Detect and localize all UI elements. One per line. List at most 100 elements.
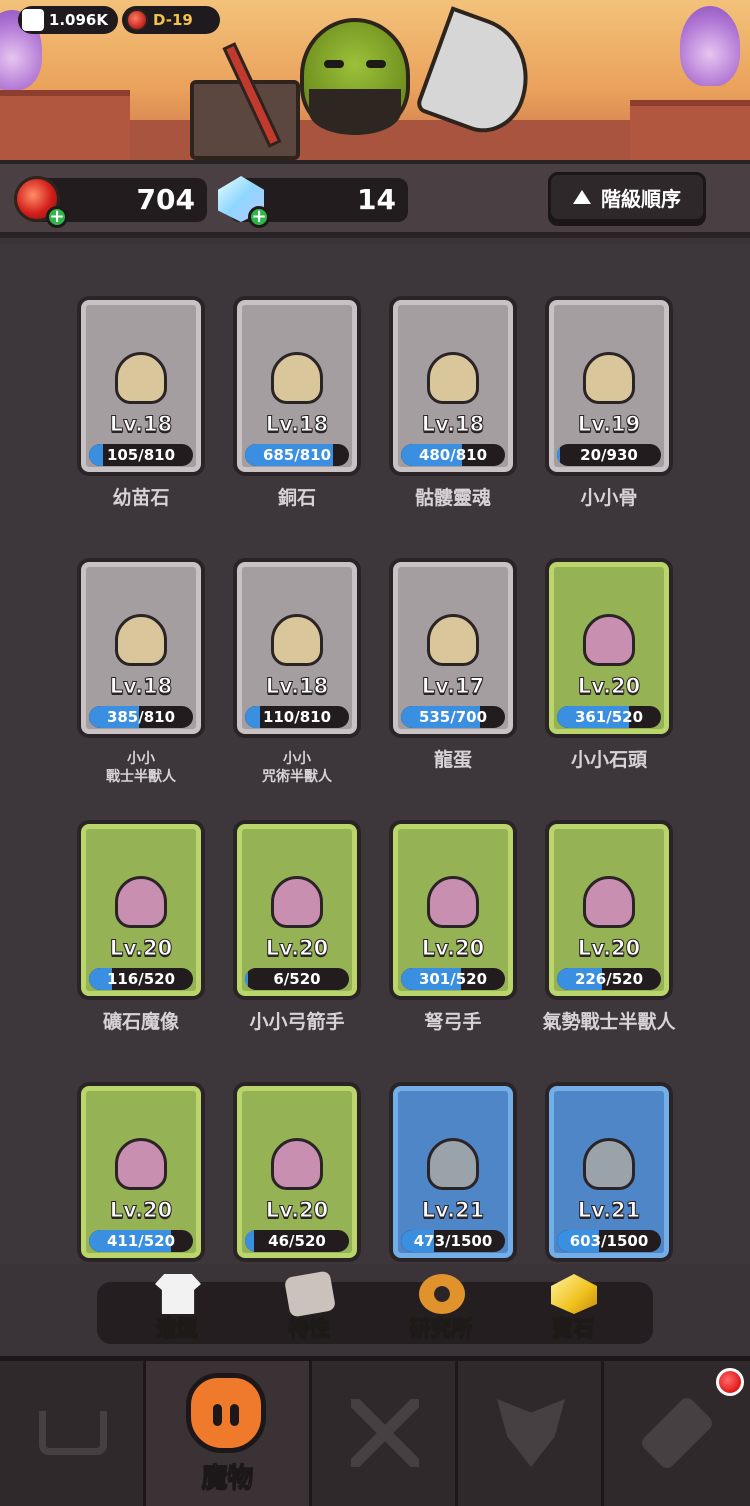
monster-sprite-icon [583, 876, 635, 928]
monster-name: 骷髏靈魂 [414, 487, 491, 509]
progress-text: 385/810 [106, 708, 176, 726]
subtab-research[interactable]: 研究所 [381, 1274, 501, 1344]
monster-name: 小小石頭 [570, 749, 647, 771]
monster-level: Lv.17 [421, 674, 485, 699]
monster-progress-bar: 6/520 [245, 968, 349, 990]
monster-sprite-icon [427, 1138, 479, 1190]
monster-level: Lv.20 [421, 936, 485, 961]
monster-card[interactable]: Lv.21 603/1500 [545, 1082, 673, 1262]
stage-value: D-19 [153, 11, 193, 29]
progress-text: 473/1500 [413, 1232, 493, 1250]
monster-progress-bar: 473/1500 [401, 1230, 505, 1252]
progress-text: 110/810 [262, 708, 332, 726]
monster-level: Lv.18 [109, 412, 173, 437]
monster-progress-bar: 20/930 [557, 444, 661, 466]
monster-sprite-icon [115, 352, 167, 404]
subtab-label: 研究所 [409, 1316, 473, 1341]
monster-card[interactable]: Lv.18 385/810 [77, 558, 205, 738]
monster-sprite-icon [271, 352, 323, 404]
progress-text: 685/810 [262, 446, 332, 464]
monster-card[interactable]: Lv.21 473/1500 [389, 1082, 517, 1262]
monster-card[interactable]: Lv.20 6/520 [233, 820, 361, 1000]
monster-level: Lv.20 [577, 674, 641, 699]
progress-text: 603/1500 [569, 1232, 649, 1250]
monster-name: 幼苗石 [112, 487, 170, 509]
rank-icon [497, 1399, 565, 1467]
monster-progress-bar: 105/810 [89, 444, 193, 466]
progress-text: 480/810 [418, 446, 488, 464]
subtab-skins[interactable]: 造型 [117, 1274, 237, 1344]
sort-by-rank-button[interactable]: 階級順序 [548, 172, 706, 222]
header-banner: 1.096K D-19 [0, 0, 750, 160]
progress-text: 301/520 [418, 970, 488, 988]
monster-progress-bar: 603/1500 [557, 1230, 661, 1252]
nav-battle[interactable] [312, 1361, 458, 1506]
monster-card[interactable]: Lv.18 480/810 [389, 296, 517, 476]
monster-grid: Lv.18 105/810 幼苗石 Lv.18 685/810 銅石 Lv.18 480/81… [0, 244, 750, 1264]
monster-name-line2: 戰士半獸人 [106, 769, 176, 785]
gem-value: 704 [136, 183, 195, 216]
monster-sprite-icon [427, 352, 479, 404]
monster-progress-bar: 411/520 [89, 1230, 193, 1252]
monster-card[interactable]: Lv.18 105/810 [77, 296, 205, 476]
monster-level: Lv.18 [265, 674, 329, 699]
banner-wall-left [0, 90, 130, 160]
add-gems-button[interactable]: + [46, 206, 68, 228]
monster-card[interactable]: Lv.20 361/520 [545, 558, 673, 738]
progress-text: 6/520 [273, 970, 321, 988]
monster-card[interactable]: Lv.20 46/520 [233, 1082, 361, 1262]
nav-monsters-label: 魔物 [201, 1463, 254, 1494]
banner-wall-right [630, 100, 750, 160]
progress-text: 20/930 [580, 446, 638, 464]
monster-card[interactable]: Lv.18 685/810 [233, 296, 361, 476]
nav-shop[interactable] [0, 1361, 146, 1506]
subtab-traits[interactable]: 特性 [249, 1270, 369, 1344]
crystal-value: 14 [357, 183, 396, 216]
ticket-icon [638, 1394, 716, 1472]
monster-level: Lv.19 [577, 412, 641, 437]
monster-card[interactable]: Lv.20 411/520 [77, 1082, 205, 1262]
progress-text: 535/700 [418, 708, 488, 726]
monster-subtab-bar: 造型 特性 研究所 寶石 [97, 1270, 653, 1344]
monster-sprite-icon [427, 876, 479, 928]
stage-indicator: D-19 [122, 6, 220, 34]
sort-label: 階級順序 [601, 186, 681, 211]
likes-value: 1.096K [48, 11, 108, 29]
monster-card[interactable]: Lv.20 226/520 [545, 820, 673, 1000]
gear-icon [419, 1274, 465, 1314]
monster-card[interactable]: Lv.17 535/700 [389, 558, 517, 738]
monster-name: 氣勢戰士半獸人 [542, 1011, 676, 1033]
monster-sprite-icon [115, 1138, 167, 1190]
monster-level: Lv.20 [109, 1198, 173, 1223]
nav-rank[interactable] [458, 1361, 604, 1506]
monster-sprite-icon [583, 352, 635, 404]
monster-sprite-icon [427, 614, 479, 666]
monster-level: Lv.18 [265, 412, 329, 437]
monster-sprite-icon [115, 614, 167, 666]
notification-dot [716, 1368, 744, 1396]
subtab-label: 特性 [288, 1316, 331, 1341]
monster-progress-bar: 110/810 [245, 706, 349, 728]
cart-icon [39, 1411, 107, 1455]
monster-progress-bar: 361/520 [557, 706, 661, 728]
orc-boss-icon [300, 18, 410, 135]
progress-text: 116/520 [106, 970, 176, 988]
nav-monsters[interactable]: 魔物 [146, 1361, 312, 1506]
monster-card[interactable]: Lv.19 20/930 [545, 296, 673, 476]
monster-name-line1: 小小 [127, 751, 155, 767]
subtab-gems[interactable]: 寶石 [513, 1274, 633, 1344]
monster-progress-bar: 535/700 [401, 706, 505, 728]
monster-progress-bar: 685/810 [245, 444, 349, 466]
monster-progress-bar: 226/520 [557, 968, 661, 990]
monster-progress-bar: 480/810 [401, 444, 505, 466]
monster-sprite-icon [271, 876, 323, 928]
monster-card[interactable]: Lv.20 116/520 [77, 820, 205, 1000]
monster-name: 弩弓手 [424, 1011, 482, 1033]
monster-card[interactable]: Lv.20 301/520 [389, 820, 517, 1000]
monster-level: Lv.20 [265, 1198, 329, 1223]
add-crystals-button[interactable]: + [248, 206, 270, 228]
monster-progress-bar: 385/810 [89, 706, 193, 728]
monster-sprite-icon [115, 876, 167, 928]
monster-level: Lv.20 [577, 936, 641, 961]
monster-card[interactable]: Lv.18 110/810 [233, 558, 361, 738]
